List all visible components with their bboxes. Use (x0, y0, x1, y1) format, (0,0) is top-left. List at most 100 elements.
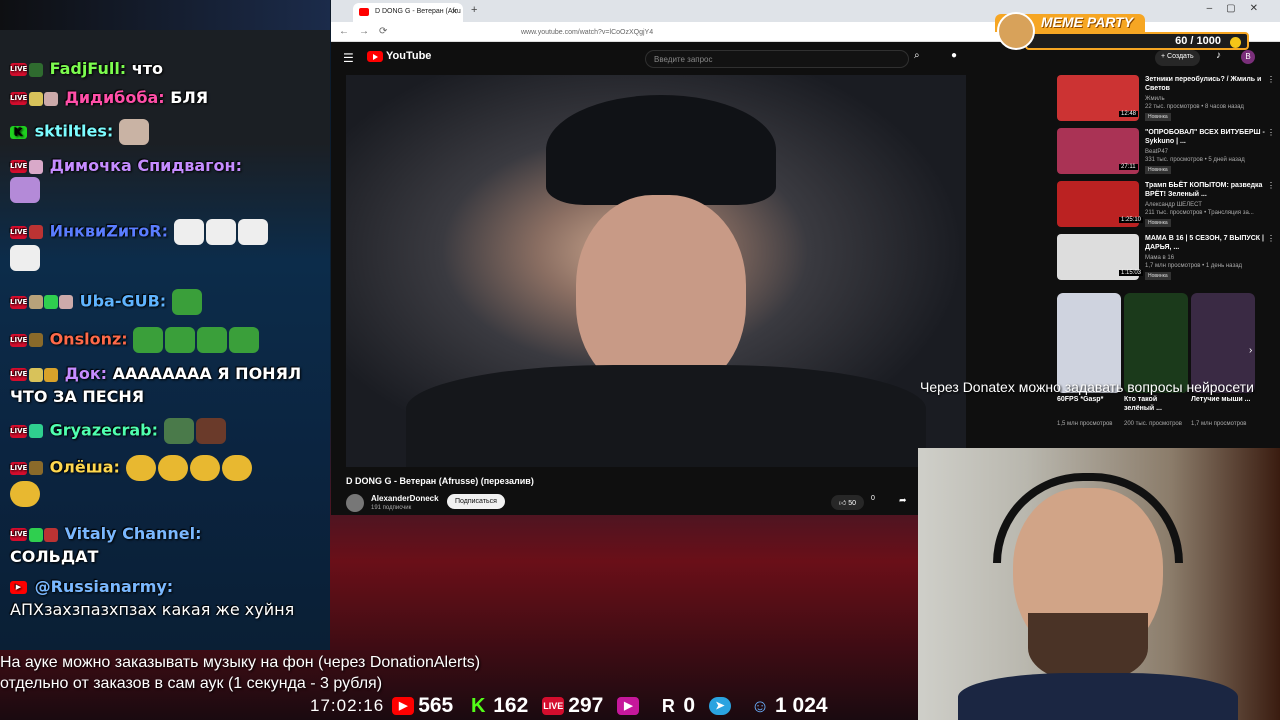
microphone-icon[interactable]: ● (951, 50, 957, 61)
user-badge-icon (44, 367, 58, 382)
recommendation-item[interactable]: 1:25:10 Трамп БЬЁТ КОПЫТОМ: разведка ВРЁ… (1057, 181, 1279, 231)
video-frame-cap (546, 95, 776, 205)
rec-channel-name: BeatP47 (1145, 149, 1169, 155)
chat-message: LIVE Onslonz: (10, 327, 322, 353)
chat-text: БЛЯ (170, 88, 209, 107)
chat-nick: Док: (64, 364, 108, 383)
live-viewer-count: 297 (568, 694, 604, 717)
share-icon[interactable]: ➦ (899, 495, 907, 506)
smile-emote-icon (221, 455, 252, 481)
rec-channel: BeatP47 331 тыс. просмотров • 5 дней наза… (1145, 148, 1275, 164)
chat-panel: LIVE FadjFull: что LIVE Дидибоба: БЛЯ K … (0, 0, 330, 650)
rec-channel-name: Жмиль (1145, 96, 1165, 102)
smile-emote-icon (189, 455, 220, 481)
smile-emote-icon (125, 455, 156, 481)
headphones-icon (993, 473, 1183, 563)
hamburger-menu-icon[interactable]: ☰ (343, 51, 354, 65)
chat-nick: @Russianarmy: (34, 577, 174, 596)
url-field[interactable]: www.youtube.com/watch?v=lCoOzXQgjY4 (521, 29, 653, 36)
new-badge: Новинка (1145, 166, 1171, 174)
more-options-icon[interactable]: ⋮ (1267, 128, 1275, 137)
youtube-icon: ▶ (392, 697, 415, 715)
chat-message: LIVE ИнквиZитоR: (10, 219, 322, 271)
short-views: 200 тыс. просмотров (1124, 421, 1182, 427)
rec-channel: Жмиль 22 тыс. просмотров • 8 часов назад (1145, 95, 1275, 111)
rec-meta: 331 тыс. просмотров • 5 дней назад (1145, 157, 1245, 163)
user-badge-icon (59, 295, 73, 309)
chat-text: что (131, 59, 164, 78)
chat-nick: Gryazecrab: (49, 420, 159, 440)
user-badge-icon (29, 424, 43, 438)
chat-message: LIVE Gryazecrab: (10, 418, 322, 444)
person-icon: ☺ (750, 696, 770, 716)
search-icon[interactable]: ⌕ (914, 50, 920, 61)
kick-badge-icon: K (10, 125, 27, 139)
short-title[interactable]: Кто такой зелёный ... (1124, 395, 1186, 413)
more-options-icon[interactable]: ⋮ (1267, 75, 1275, 84)
rec-title[interactable]: Зетники переобулись? / Жмиль и Светов (1145, 75, 1265, 93)
chat-topbar (0, 0, 330, 30)
create-button[interactable]: + Создать (1155, 50, 1200, 66)
live-badge-icon: LIVE (10, 295, 27, 309)
short-thumbnail[interactable] (1057, 293, 1121, 393)
chat-nick: Vitaly Channel: (64, 524, 202, 543)
short-thumbnail[interactable] (1191, 293, 1255, 393)
recommendation-item[interactable]: 1:15:03 МАМА В 16 | 5 СЕЗОН, 7 ВЫПУСК | … (1057, 234, 1279, 284)
like-count: 50 (848, 500, 857, 507)
recommendation-item[interactable]: 12:48 Зетники переобулись? / Жмиль и Све… (1057, 75, 1279, 125)
nav-buttons[interactable]: ←→⟳ (339, 26, 397, 37)
rec-title[interactable]: МАМА В 16 | 5 СЕЗОН, 7 ВЫПУСК | ДАРЬЯ, .… (1145, 234, 1265, 252)
play-icon: ▶ (617, 697, 640, 715)
short-title[interactable]: 60FPS *Gasp* (1057, 395, 1119, 404)
search-input[interactable]: Введите запрос (645, 50, 909, 68)
user-badge-icon (29, 62, 43, 77)
user-badge-icon (29, 91, 43, 106)
chevron-right-icon[interactable]: › (1249, 345, 1252, 356)
user-badge-icon (29, 367, 43, 382)
youtube-viewers: ▶ 565 (392, 694, 453, 718)
avatar[interactable]: B (1241, 50, 1255, 64)
viewer-stats-bar: 17:02:16 ▶ 565 K 162 LIVE 297 ▶ R0 ➤ ☺ 1 024 (310, 692, 842, 720)
channel-name[interactable]: AlexanderDoneck (371, 494, 439, 503)
chat-text: АПХзахзпазхпзах какая же хуйня (10, 600, 295, 619)
browser-tab[interactable]: D DONG G - Ветеран (Afru ✕ (353, 3, 463, 22)
channel-avatar[interactable] (346, 494, 364, 512)
more-options-icon[interactable]: ⋮ (1267, 181, 1275, 190)
video-title: D DONG G - Ветеран (Afrusse) (перезалив) (346, 476, 534, 486)
chat-message: K sktiltles: (10, 119, 322, 145)
short-thumbnail[interactable] (1124, 293, 1188, 393)
recommendation-item[interactable]: 27:11 "ОПРОБОВАЛ" ВСЕХ ВИТУБЕРШ - Sykkun… (1057, 128, 1279, 178)
chat-nick: Дидибоба: (64, 88, 165, 107)
live-icon: LIVE (542, 697, 565, 715)
kick-viewer-count: 162 (493, 694, 529, 717)
rec-title[interactable]: Трамп БЬЁТ КОПЫТОМ: разведка ВРЁТ! Зелен… (1145, 181, 1265, 199)
anime-emote-icon (10, 177, 40, 203)
pepe-emote-icon (229, 327, 260, 353)
twitch-viewers: ▶ (617, 697, 643, 715)
pepe-emote-icon (171, 289, 202, 315)
user-badge-icon (29, 333, 43, 347)
youtube-logo-text: YouTube (386, 50, 432, 62)
telegram-icon: ➤ (709, 697, 732, 715)
rec-channel: Мама в 16 1,7 млн просмотров • 1 день наз… (1145, 254, 1275, 270)
like-button[interactable]: 👍︎ 50 (831, 495, 865, 510)
duration: 12:48 (1119, 111, 1139, 117)
dislike-count[interactable]: 0 (871, 495, 875, 502)
chat-nick: FadjFull: (49, 59, 127, 78)
rec-meta: 1,7 млн просмотров • 1 день назад (1145, 263, 1243, 269)
coin-icon (1230, 37, 1241, 48)
short-title[interactable]: Летучие мыши ... (1191, 395, 1253, 404)
pepe-emote-icon (163, 418, 194, 444)
youtube-favicon-icon (359, 8, 369, 16)
chat-nick: Onslonz: (49, 329, 128, 349)
subscribe-button[interactable]: Подписаться (447, 494, 505, 509)
doge-icon (997, 12, 1035, 50)
rec-title[interactable]: "ОПРОБОВАЛ" ВСЕХ ВИТУБЕРШ - Sykkuno | ..… (1145, 128, 1265, 146)
more-options-icon[interactable]: ⋮ (1267, 234, 1275, 243)
new-tab-icon[interactable]: + (471, 4, 477, 16)
close-tab-icon[interactable]: ✕ (451, 7, 458, 16)
video-frame-coat (406, 365, 926, 467)
video-player[interactable] (346, 75, 966, 467)
youtube-logo[interactable]: YouTube (367, 50, 431, 62)
total-viewer-count: 1 024 (775, 694, 828, 717)
